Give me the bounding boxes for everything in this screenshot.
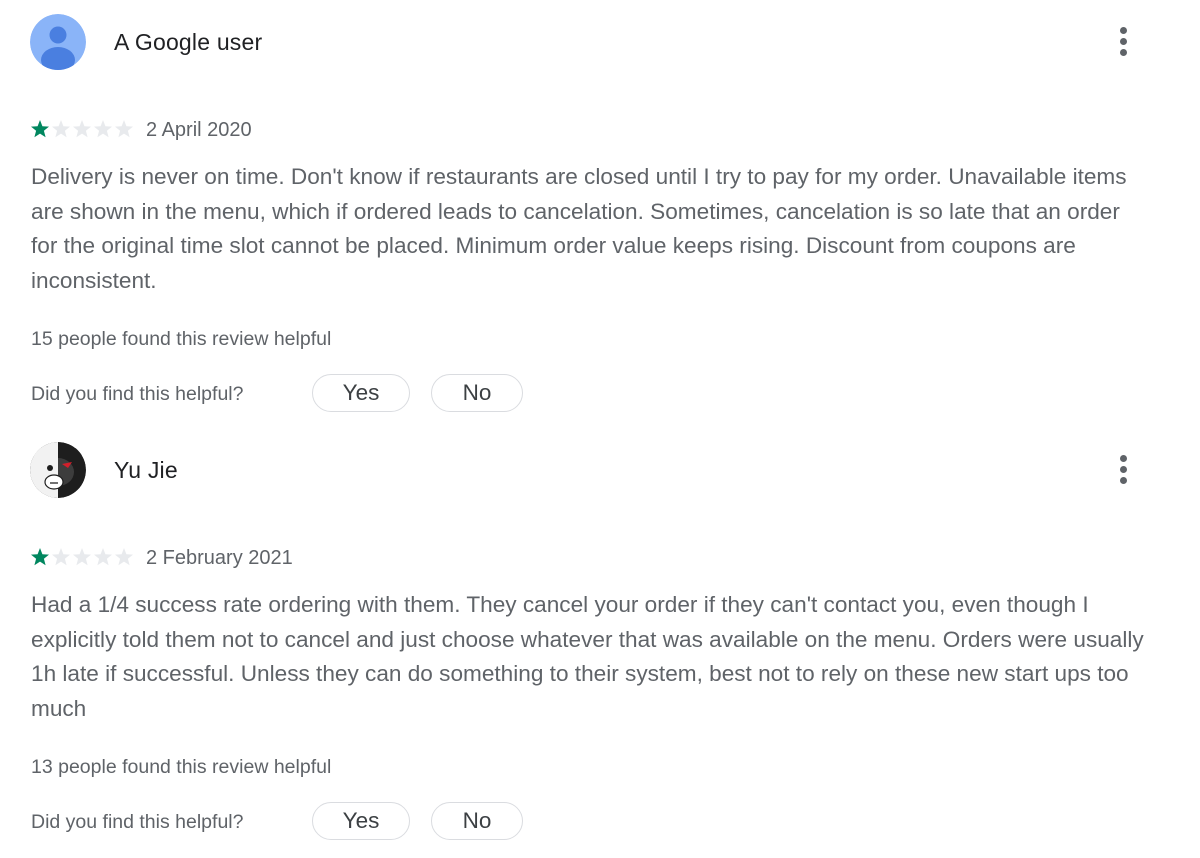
- avatar: [30, 442, 86, 498]
- star-icon: [94, 120, 112, 138]
- more-vert-icon[interactable]: [1106, 450, 1142, 490]
- avatar: [30, 14, 86, 70]
- rating-row: 2 April 2020: [30, 114, 630, 144]
- more-vert-icon[interactable]: [1106, 22, 1142, 62]
- review-date: 2 April 2020: [146, 119, 252, 141]
- star-icon: [115, 548, 133, 566]
- no-button[interactable]: No: [431, 374, 523, 412]
- helpful-question: Did you find this helpful?: [31, 383, 244, 405]
- rating-row: 2 February 2021: [30, 542, 630, 572]
- star-icon: [31, 548, 49, 566]
- star-icon: [73, 120, 91, 138]
- review-card: Yu Jie 2 February 2021 Had a 1/4 success…: [0, 428, 1200, 856]
- review-date: 2 February 2021: [146, 547, 293, 569]
- no-button[interactable]: No: [431, 802, 523, 840]
- star-icon: [52, 120, 70, 138]
- star-icon: [52, 548, 70, 566]
- review-text: Delivery is never on time. Don't know if…: [31, 164, 1127, 293]
- helpful-row: Did you find this helpful? Yes No: [31, 374, 631, 416]
- person-icon: [30, 14, 86, 70]
- helpful-row: Did you find this helpful? Yes No: [31, 802, 631, 844]
- star-icon: [31, 120, 49, 138]
- helpful-question: Did you find this helpful?: [31, 811, 244, 833]
- review-text: Had a 1/4 success rate ordering with the…: [31, 592, 1144, 721]
- star-icon: [94, 548, 112, 566]
- monokuma-avatar-icon: [30, 442, 86, 498]
- star-icon: [115, 120, 133, 138]
- author-name: Yu Jie: [114, 457, 178, 483]
- star-rating: [30, 545, 134, 569]
- star-rating: [30, 117, 134, 141]
- star-icon: [73, 548, 91, 566]
- review-header: A Google user: [30, 14, 1170, 70]
- helpful-count: 13 people found this review helpful: [31, 756, 332, 778]
- review-card: A Google user 2 April 2020 Delivery is n…: [0, 0, 1200, 428]
- yes-button[interactable]: Yes: [312, 374, 410, 412]
- yes-button[interactable]: Yes: [312, 802, 410, 840]
- helpful-count: 15 people found this review helpful: [31, 328, 332, 350]
- review-header: Yu Jie: [30, 442, 1170, 498]
- author-name: A Google user: [114, 29, 263, 55]
